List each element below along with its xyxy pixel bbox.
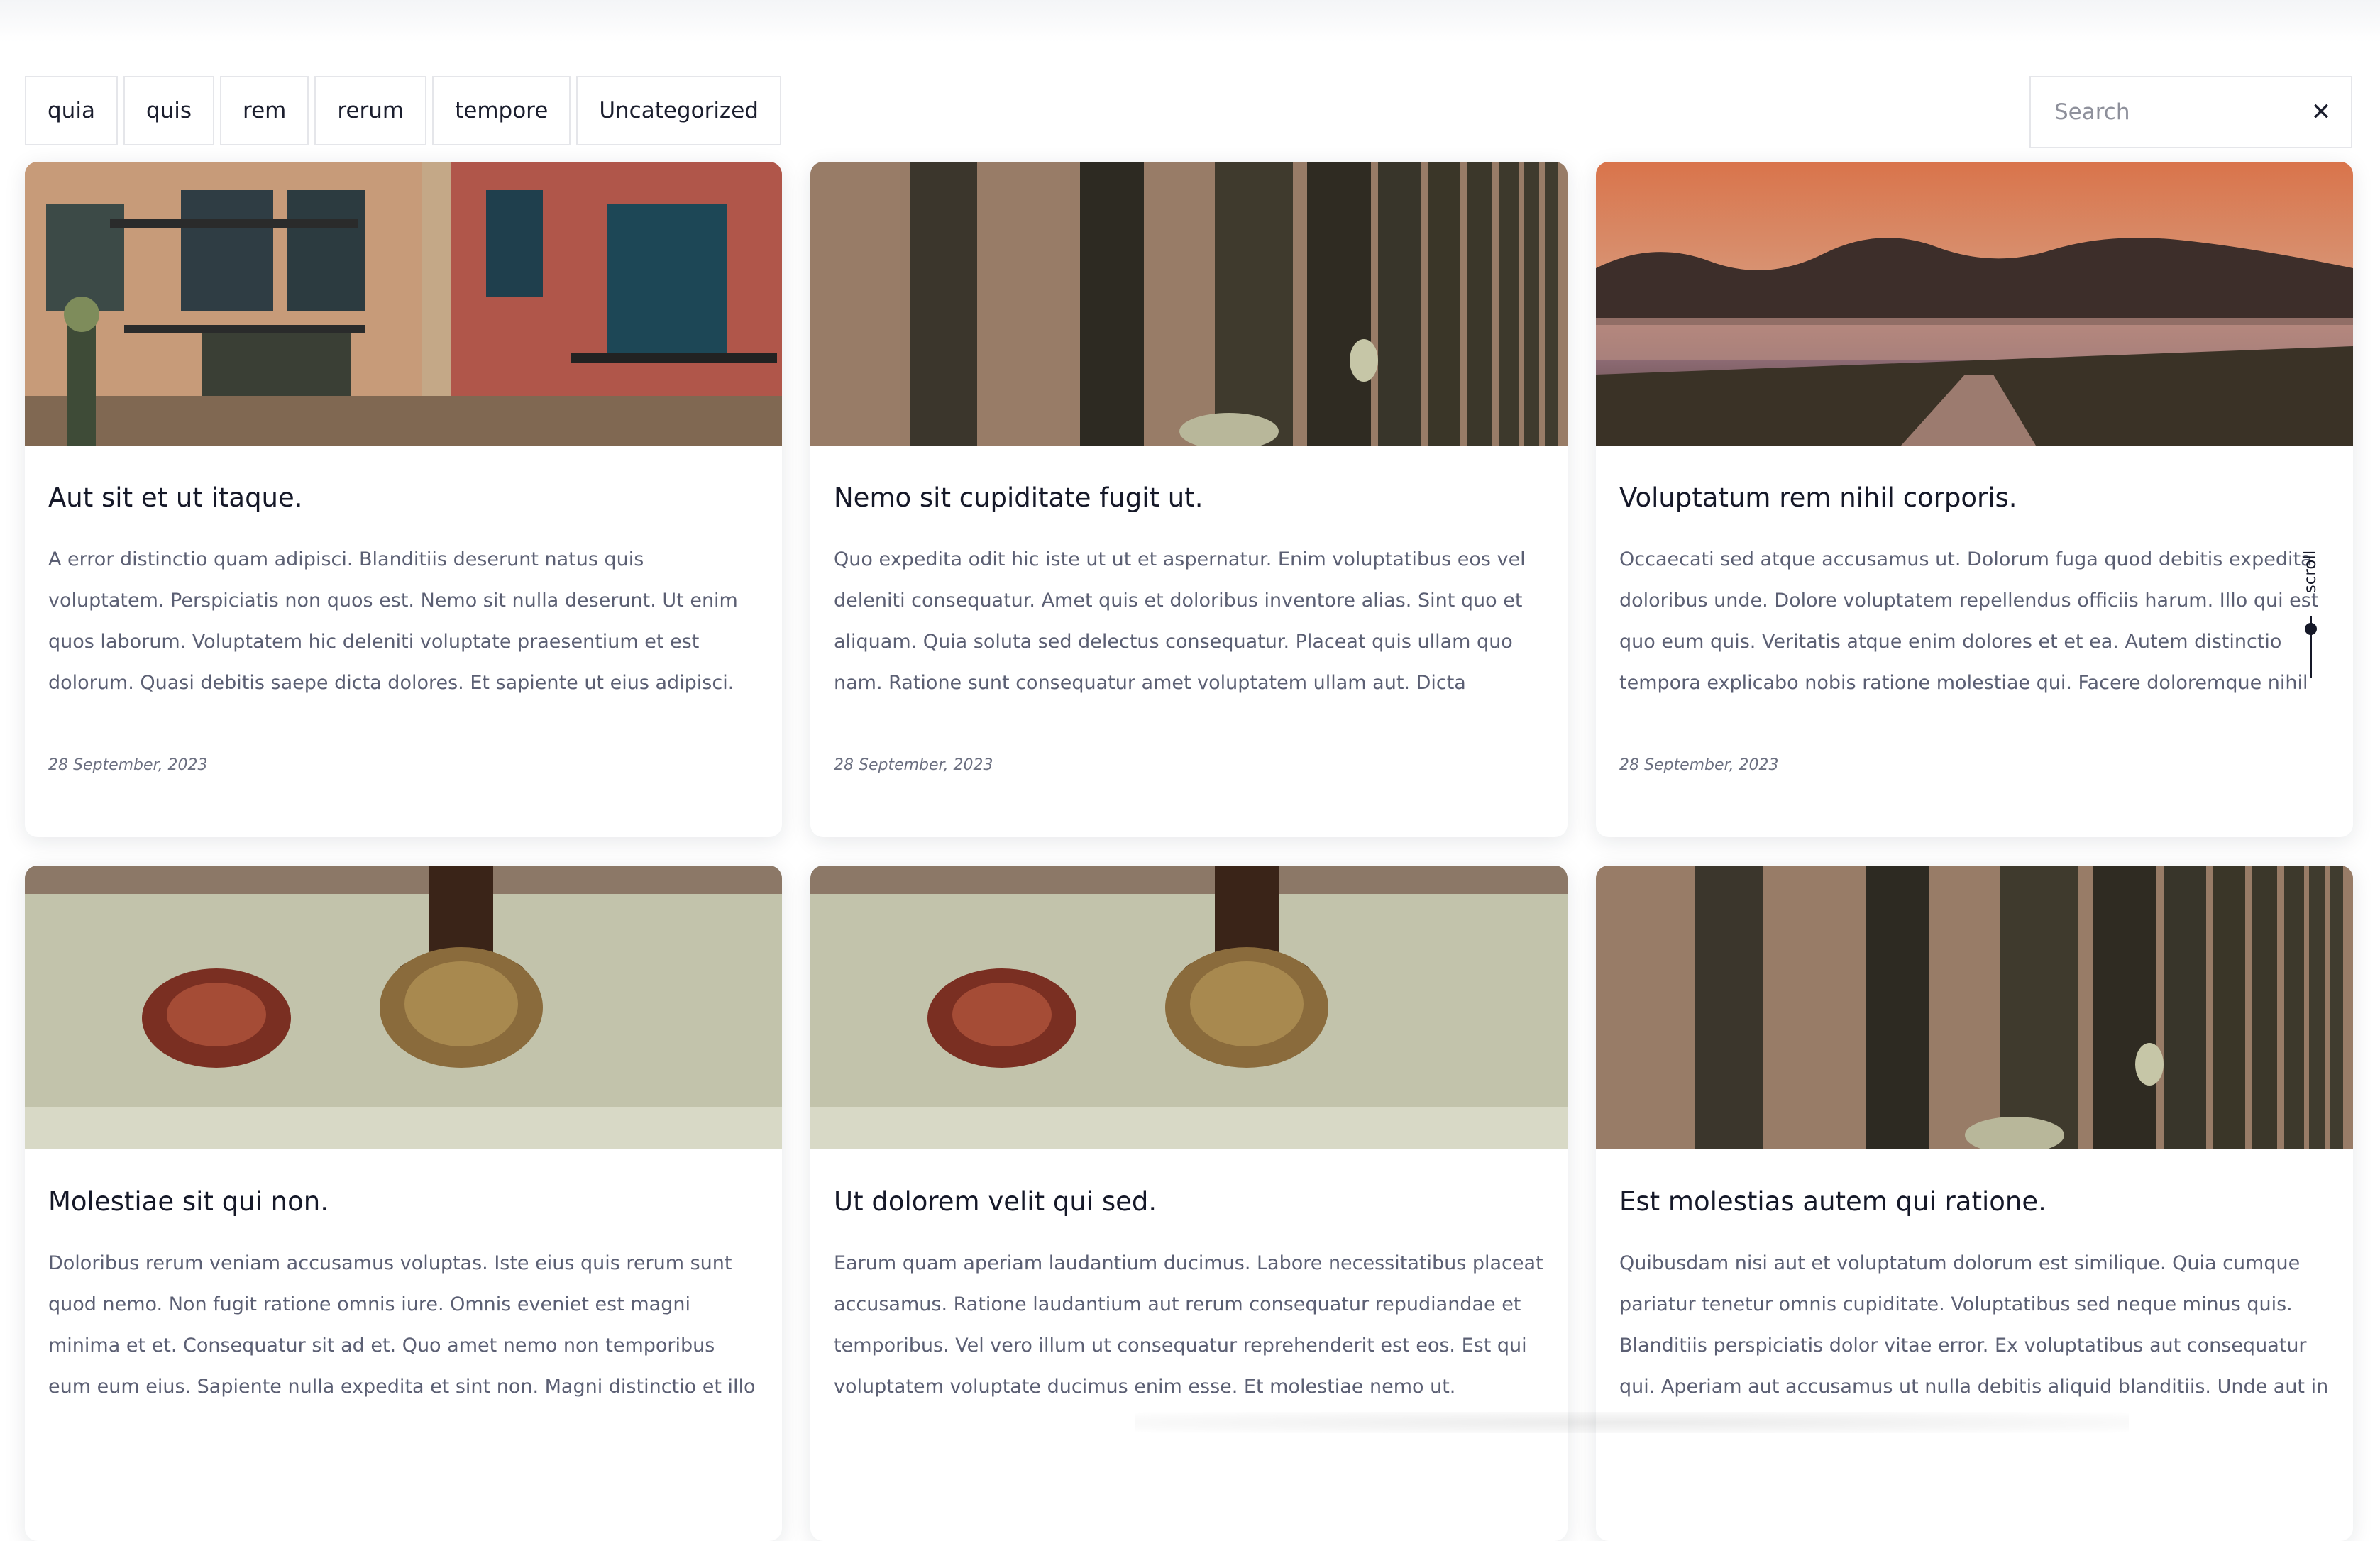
search-box: ✕ bbox=[2029, 76, 2352, 148]
filter-quia[interactable]: quia bbox=[25, 76, 118, 145]
post-excerpt: A error distinctio quam adipisci. Blandi… bbox=[48, 548, 738, 695]
filter-uncategorized[interactable]: Uncategorized bbox=[576, 76, 781, 145]
post-title[interactable]: Molestiae sit qui non. bbox=[48, 1186, 759, 1217]
post-excerpt: Quo expedita odit hic iste ut ut et aspe… bbox=[834, 548, 1526, 695]
post-image-sunset-field bbox=[1596, 162, 2353, 446]
post-excerpt: Occaecati sed atque accusamus ut. Doloru… bbox=[1619, 548, 2319, 695]
post-image-building bbox=[25, 162, 782, 446]
post-card[interactable]: Voluptatum rem nihil corporis. Occaecati… bbox=[1596, 162, 2353, 837]
scroll-indicator: scroll bbox=[2296, 545, 2325, 701]
category-filter-bar: quia quis rem rerum tempore Uncategorize… bbox=[25, 76, 781, 148]
post-card[interactable]: Aut sit et ut itaque. A error distinctio… bbox=[25, 162, 782, 837]
filter-quis[interactable]: quis bbox=[123, 76, 215, 145]
post-image-wax-seal bbox=[810, 866, 1568, 1149]
post-excerpt: Earum quam aperiam laudantium ducimus. L… bbox=[834, 1252, 1543, 1398]
post-date: 28 September, 2023 bbox=[834, 756, 993, 774]
post-title[interactable]: Ut dolorem velit qui sed. bbox=[834, 1186, 1544, 1217]
post-image-wax-seal bbox=[25, 866, 782, 1149]
filter-tempore[interactable]: tempore bbox=[432, 76, 571, 145]
bottom-shadow bbox=[1135, 1412, 2129, 1433]
search-input[interactable] bbox=[2031, 99, 2297, 126]
post-card[interactable]: Nemo sit cupiditate fugit ut. Quo expedi… bbox=[810, 162, 1568, 837]
filter-rerum[interactable]: rerum bbox=[314, 76, 427, 145]
scroll-dot bbox=[2305, 623, 2317, 635]
filter-rem[interactable]: rem bbox=[220, 76, 309, 145]
post-title[interactable]: Nemo sit cupiditate fugit ut. bbox=[834, 482, 1544, 514]
post-image-fence bbox=[810, 162, 1568, 446]
top-bar-shade bbox=[0, 0, 2380, 43]
post-date: 28 September, 2023 bbox=[48, 756, 208, 774]
posts-grid: Aut sit et ut itaque. A error distinctio… bbox=[25, 162, 2354, 1541]
post-title[interactable]: Aut sit et ut itaque. bbox=[48, 482, 759, 514]
post-title[interactable]: Voluptatum rem nihil corporis. bbox=[1619, 482, 2330, 514]
post-excerpt: Quibusdam nisi aut et voluptatum dolorum… bbox=[1619, 1252, 2329, 1398]
post-title[interactable]: Est molestias autem qui ratione. bbox=[1619, 1186, 2330, 1217]
scroll-label: scroll bbox=[2301, 550, 2320, 594]
post-date: 28 September, 2023 bbox=[1619, 756, 1779, 774]
post-card[interactable]: Est molestias autem qui ratione. Quibusd… bbox=[1596, 866, 2353, 1541]
post-card[interactable]: Ut dolorem velit qui sed. Earum quam ape… bbox=[810, 866, 1568, 1541]
post-card[interactable]: Molestiae sit qui non. Doloribus rerum v… bbox=[25, 866, 782, 1541]
post-excerpt: Doloribus rerum veniam accusamus volupta… bbox=[48, 1252, 756, 1398]
post-image-fence bbox=[1596, 866, 2353, 1149]
close-icon[interactable]: ✕ bbox=[2307, 96, 2335, 128]
